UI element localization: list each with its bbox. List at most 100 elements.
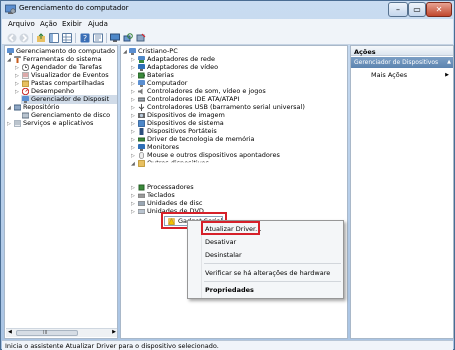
tree-item-event-viewer[interactable]: Visualizador de Eventos <box>31 71 109 79</box>
console-tree-pane: Gerenciamento do computado ◢ Ferramentas… <box>4 45 118 339</box>
expand-arrow-icon[interactable]: ▷ <box>15 80 19 88</box>
expand-arrow-icon[interactable]: ▷ <box>15 72 19 80</box>
menu-acao[interactable]: Ação <box>40 20 57 28</box>
close-button[interactable]: ✕ <box>426 2 452 17</box>
expand-arrow-icon[interactable]: ▷ <box>131 56 135 64</box>
forward-icon[interactable] <box>19 33 29 43</box>
expand-arrow-icon[interactable]: ▷ <box>131 72 135 80</box>
device-category[interactable]: Teclados <box>147 191 175 199</box>
tree-item-services[interactable]: Serviços e aplicativos <box>23 119 93 127</box>
scroll-left-icon[interactable]: ◀ <box>8 329 12 335</box>
device-tree-root[interactable]: Cristiano-PC <box>138 47 178 55</box>
tree-item-disk-management[interactable]: Gerenciamento de disco <box>31 111 110 119</box>
device-category[interactable]: Monitores <box>147 143 179 151</box>
tree-item-shared-folders[interactable]: Pastas compartilhadas <box>31 79 104 87</box>
up-folder-icon[interactable] <box>36 33 46 43</box>
device-category[interactable]: Adaptadores de rede <box>147 55 215 63</box>
expand-arrow-icon[interactable]: ▷ <box>15 64 19 72</box>
device-category[interactable]: Controladores de som, vídeo e jogos <box>147 87 266 95</box>
display-adapter-icon <box>138 64 145 71</box>
collapse-arrow-icon[interactable]: ◢ <box>131 160 135 168</box>
title-bar[interactable]: Gerenciamento do computador – ▭ ✕ <box>1 1 454 19</box>
tree-item-tools[interactable]: Ferramentas do sistema <box>23 55 102 63</box>
back-icon[interactable] <box>7 33 17 43</box>
menu-item-disable[interactable]: Desativar <box>188 236 343 248</box>
expand-arrow-icon[interactable]: ▷ <box>131 136 135 144</box>
scrollbar-thumb[interactable]: III <box>16 330 78 336</box>
help-icon[interactable]: ? <box>80 33 90 43</box>
monitor-icon <box>138 144 145 151</box>
expand-arrow-icon[interactable]: ▷ <box>131 120 135 128</box>
expand-arrow-icon[interactable]: ▷ <box>131 192 135 200</box>
device-category[interactable]: Adaptadores de vídeo <box>147 63 218 71</box>
speaker-icon <box>138 88 143 95</box>
usb-icon <box>138 104 145 111</box>
device-category[interactable]: Baterias <box>147 71 174 79</box>
monitor-icon[interactable] <box>110 33 120 43</box>
device-category[interactable]: Controladores IDE ATA/ATAPI <box>147 95 239 103</box>
expand-arrow-icon[interactable]: ▷ <box>131 88 135 96</box>
keyboard-icon <box>138 193 145 198</box>
expand-arrow-icon[interactable]: ▷ <box>131 144 135 152</box>
tree-item-performance[interactable]: Desempenho <box>31 87 74 95</box>
scroll-right-icon[interactable]: ▶ <box>112 329 116 335</box>
collapse-arrow-icon[interactable]: ◢ <box>7 56 11 64</box>
tree-item-device-manager[interactable]: Gerenciador de Disposit <box>31 95 109 103</box>
actions-section-device-manager[interactable]: Gerenciador de Dispositivos ▲ <box>351 57 453 68</box>
device-category[interactable]: Driver de tecnologia de memória <box>147 135 255 143</box>
menu-item-uninstall[interactable]: Desinstalar <box>188 249 343 261</box>
expand-arrow-icon[interactable]: ▷ <box>131 96 135 104</box>
device-category[interactable]: Processadores <box>147 183 194 191</box>
expand-arrow-icon[interactable]: ▷ <box>131 104 135 112</box>
expand-arrow-icon[interactable]: ▷ <box>131 64 135 72</box>
toolbar: ? <box>2 31 453 45</box>
expand-arrow-icon[interactable]: ▷ <box>131 128 135 136</box>
grid-view-icon[interactable] <box>62 33 72 43</box>
computer-icon <box>138 80 145 87</box>
expand-arrow-icon[interactable]: ▷ <box>15 88 19 96</box>
event-viewer-icon <box>22 72 29 79</box>
expand-arrow-icon[interactable]: ▷ <box>131 152 135 160</box>
expand-arrow-icon[interactable]: ▷ <box>131 112 135 120</box>
scan-hardware-icon[interactable] <box>123 33 133 43</box>
expand-arrow-icon[interactable]: ▷ <box>7 120 11 128</box>
menu-ajuda[interactable]: Ajuda <box>88 20 108 28</box>
expand-arrow-icon[interactable]: ▷ <box>131 80 135 88</box>
horizontal-scrollbar[interactable]: ◀ III ▶ <box>6 328 117 337</box>
menu-separator <box>204 263 341 264</box>
submenu-arrow-icon[interactable]: ▶ <box>445 72 449 78</box>
device-category[interactable]: Dispositivos de sistema <box>147 119 224 127</box>
device-category[interactable]: Mouse e outros dispositivos apontadores <box>147 151 280 159</box>
menu-exibir[interactable]: Exibir <box>62 20 82 28</box>
tree-item-task-scheduler[interactable]: Agendador de Tarefas <box>31 63 102 71</box>
maximize-button[interactable]: ▭ <box>408 2 426 17</box>
expand-arrow-icon[interactable]: ▷ <box>131 208 135 216</box>
computer-management-icon <box>5 4 16 14</box>
more-actions[interactable]: Mais Ações <box>371 71 407 79</box>
menu-arquivo[interactable]: Arquivo <box>8 20 35 28</box>
services-icon <box>14 120 21 127</box>
device-category[interactable]: Dispositivos Portáteis <box>147 127 217 135</box>
disk-drive-icon <box>138 201 145 206</box>
device-category[interactable]: Unidades de disc <box>147 199 202 207</box>
menu-item-scan-hardware[interactable]: Verificar se há alterações de hardware <box>188 267 343 279</box>
tree-item-storage[interactable]: Repositório <box>23 103 60 111</box>
device-category[interactable]: Controladores USB (barramento serial uni… <box>147 103 305 111</box>
show-hide-tree-icon[interactable] <box>49 33 59 43</box>
minimize-icon: – <box>396 5 400 14</box>
device-category[interactable]: Computador <box>147 79 187 87</box>
device-category-other[interactable]: Outros dispositivos <box>147 159 209 162</box>
toolbar-separator <box>106 33 107 43</box>
menu-item-properties[interactable]: Propriedades <box>188 284 343 296</box>
collapse-arrow-icon[interactable]: ◢ <box>123 48 127 56</box>
collapse-up-icon[interactable]: ▲ <box>447 59 451 65</box>
update-driver-icon[interactable] <box>136 33 146 43</box>
mouse-icon <box>139 152 144 159</box>
tree-root[interactable]: Gerenciamento do computado <box>16 47 115 55</box>
expand-arrow-icon[interactable]: ▷ <box>131 200 135 208</box>
device-category[interactable]: Dispositivos de imagem <box>147 111 225 119</box>
collapse-arrow-icon[interactable]: ◢ <box>7 104 11 112</box>
properties-icon[interactable] <box>93 33 103 43</box>
expand-arrow-icon[interactable]: ▷ <box>131 184 135 192</box>
minimize-button[interactable]: – <box>388 2 408 17</box>
